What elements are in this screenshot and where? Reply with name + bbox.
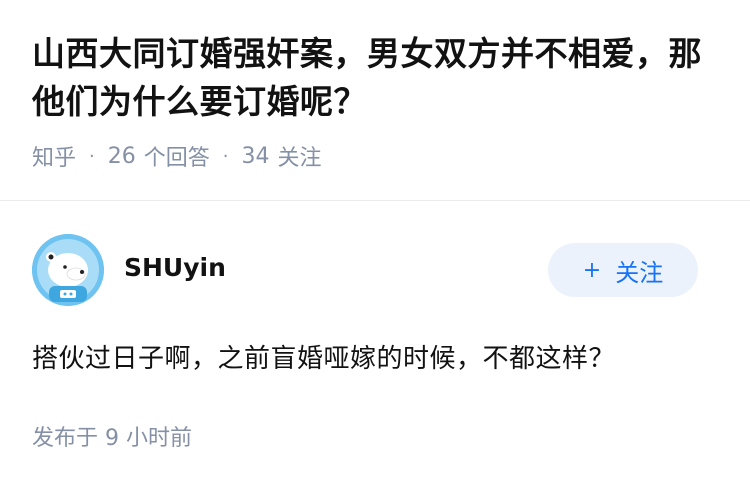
question-meta: 知乎 · 26 个回答 · 34 关注	[32, 140, 718, 172]
answer-content[interactable]: 搭伙过日子啊，之前盲婚哑嫁的时候，不都这样？	[32, 338, 615, 375]
follower-count-label: 关注	[277, 146, 322, 171]
answer-count: 26	[107, 143, 136, 169]
question-title[interactable]: 山西大同订婚强奸案，男女双方并不相爱，那他们为什么要订婚呢？	[32, 30, 718, 126]
author-name[interactable]: SHUyin	[124, 253, 226, 282]
follower-count: 34	[241, 143, 270, 169]
meta-separator-dot: ·	[89, 145, 95, 167]
publish-time: 发布于 9 小时前	[32, 426, 192, 451]
answer-count-label[interactable]: 个回答	[144, 140, 210, 172]
plus-icon: +	[582, 257, 602, 283]
answer-card: SHUyin + 关注 搭伙过日子啊，之前盲婚哑嫁的时候，不都这样？ 发布于 9…	[0, 201, 750, 451]
polar-bear-avatar-icon[interactable]	[32, 234, 104, 306]
source-label[interactable]: 知乎	[32, 140, 76, 172]
zhihu-answer-page: 山西大同订婚强奸案，男女双方并不相爱，那他们为什么要订婚呢？ 知乎 · 26 个…	[0, 0, 750, 484]
follow-button-label: 关注	[615, 258, 664, 287]
author-row: SHUyin + 关注	[0, 201, 750, 306]
follow-button[interactable]: + 关注	[548, 243, 698, 297]
meta-separator-dot: ·	[222, 145, 229, 167]
question-header: 山西大同订婚强奸案，男女双方并不相爱，那他们为什么要订婚呢？ 知乎 · 26 个…	[0, 0, 750, 172]
